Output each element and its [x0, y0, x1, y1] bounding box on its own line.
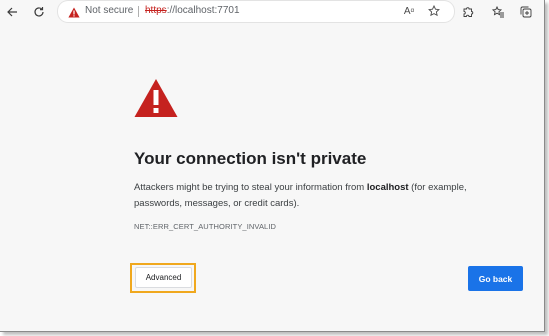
browser-window: Not secure https://localhost:7701 Aα You…: [0, 0, 545, 332]
error-code: NET::ERR_CERT_AUTHORITY_INVALID: [134, 222, 277, 231]
puzzle-icon[interactable]: [460, 4, 476, 20]
collections-icon[interactable]: [518, 4, 534, 20]
warning-triangle-icon[interactable]: [68, 5, 80, 23]
read-aloud-icon[interactable]: Aα: [402, 4, 416, 18]
read-aloud-sup: α: [410, 8, 415, 14]
error-page: Your connection isn't private Attackers …: [0, 24, 544, 331]
refresh-icon: [34, 7, 44, 17]
browser-toolbar: Not secure https://localhost:7701 Aα: [0, 0, 544, 24]
security-label[interactable]: Not secure: [85, 5, 133, 16]
reload-button[interactable]: [30, 3, 48, 21]
warning-triangle-icon: [134, 78, 178, 123]
page-title: Your connection isn't private: [134, 149, 367, 168]
desc-prefix: Attackers might be trying to steal your …: [134, 182, 367, 193]
arrow-left-icon: [7, 7, 17, 17]
desc-host: localhost: [366, 182, 409, 193]
star-outline-icon[interactable]: [427, 4, 441, 18]
address-divider: [138, 6, 139, 17]
go-back-button[interactable]: Go back: [468, 266, 523, 291]
url-scheme: https: [145, 5, 167, 16]
url-host: ://localhost:7701: [166, 5, 240, 16]
advanced-button[interactable]: Advanced: [135, 267, 192, 288]
read-aloud-glyph: A: [403, 5, 411, 17]
back-button[interactable]: [3, 3, 21, 21]
star-list-icon[interactable]: [490, 4, 506, 20]
url-text[interactable]: https://localhost:7701: [145, 5, 240, 16]
error-description: Attackers might be trying to steal your …: [134, 180, 514, 212]
address-bar[interactable]: Not secure https://localhost:7701 Aα: [58, 1, 454, 22]
